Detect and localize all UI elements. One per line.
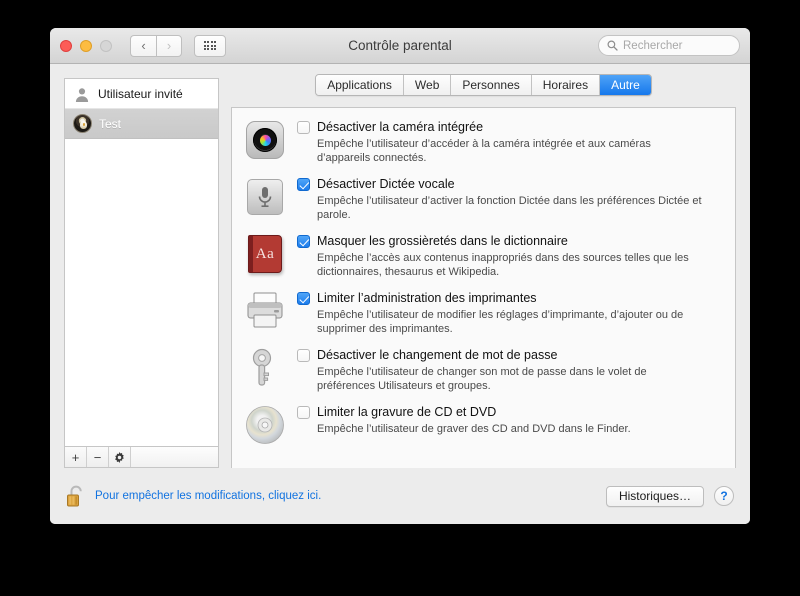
option-row-dictation: Désactiver Dictée vocale Empêche l’utili… <box>244 176 723 222</box>
tab-web[interactable]: Web <box>403 75 452 95</box>
settings-gear-button[interactable] <box>109 447 131 467</box>
list-item-label: Test <box>99 116 122 131</box>
checkbox-disable-dictation[interactable] <box>297 178 310 191</box>
traffic-lights <box>60 39 112 52</box>
user-list[interactable]: Utilisateur invité Test <box>64 78 219 446</box>
option-title: Désactiver le changement de mot de passe <box>317 348 558 362</box>
unlocked-padlock-icon <box>67 485 82 507</box>
window-titlebar: ‹ › Contrôle parental Rechercher <box>50 28 750 64</box>
dictionary-icon: Aa <box>244 233 286 275</box>
back-button[interactable]: ‹ <box>130 34 156 57</box>
option-description: Empêche l’utilisateur de modifier les ré… <box>317 309 684 335</box>
close-window-button[interactable] <box>60 39 72 52</box>
option-description: Empêche l’utilisateur de graver des CD a… <box>317 423 631 435</box>
list-item-test-user[interactable]: Test <box>65 109 218 139</box>
remove-user-button[interactable]: − <box>87 447 109 467</box>
search-placeholder: Rechercher <box>623 39 683 52</box>
grid-icon <box>203 41 217 50</box>
option-title: Masquer les grossièretés dans le diction… <box>317 234 568 248</box>
option-row-camera: Désactiver la caméra intégrée Empêche l’… <box>244 119 723 165</box>
option-description: Empêche l’accès aux contenus inapproprié… <box>317 252 689 278</box>
zoom-window-button <box>100 39 112 52</box>
tab-personnes[interactable]: Personnes <box>451 75 532 95</box>
option-description: Empêche l’utilisateur d’activer la fonct… <box>317 195 702 221</box>
gear-icon <box>115 451 124 463</box>
logs-button[interactable]: Historiques… <box>605 485 704 507</box>
add-user-button[interactable]: + <box>65 447 87 467</box>
option-row-dictionary: Aa Masquer les grossièretés dans le dict… <box>244 233 723 279</box>
option-title: Limiter la gravure de CD et DVD <box>317 405 497 419</box>
checkbox-limit-printer-admin[interactable] <box>297 292 310 305</box>
minimize-window-button[interactable] <box>80 39 92 52</box>
tab-autre[interactable]: Autre <box>600 75 651 95</box>
main-content: Applications Web Personnes Horaires Autr… <box>231 74 736 468</box>
tab-horaires[interactable]: Horaires <box>531 75 601 95</box>
option-description: Empêche l’utilisateur de changer son mot… <box>317 366 647 392</box>
option-row-cd-burning: Limiter la gravure de CD et DVD Empêche … <box>244 404 723 446</box>
parental-controls-window: ‹ › Contrôle parental Rechercher Utilisa… <box>50 28 750 524</box>
window-body: Utilisateur invité Test + − Applications… <box>50 64 750 468</box>
lock-label: Pour empêcher les modifications, cliquez… <box>95 490 322 502</box>
user-list-toolbar: + − <box>64 446 219 468</box>
options-panel: Désactiver la caméra intégrée Empêche l’… <box>231 107 736 468</box>
search-icon <box>607 40 618 51</box>
toolbar-filler <box>131 447 218 467</box>
show-all-preferences-button[interactable] <box>194 34 226 57</box>
microphone-icon <box>244 176 286 218</box>
option-title: Désactiver la caméra intégrée <box>317 120 484 134</box>
option-row-password: Désactiver le changement de mot de passe… <box>244 347 723 393</box>
lock-control[interactable]: Pour empêcher les modifications, cliquez… <box>66 484 321 508</box>
checkbox-hide-profanity[interactable] <box>297 235 310 248</box>
checkbox-disable-password-change[interactable] <box>297 349 310 362</box>
sidebar: Utilisateur invité Test + − <box>64 78 219 468</box>
search-container: Rechercher <box>598 35 740 56</box>
footer-actions: Historiques… ? <box>605 485 734 507</box>
option-description: Empêche l’utilisateur d’accéder à la cam… <box>317 138 651 164</box>
tab-bar: Applications Web Personnes Horaires Autr… <box>315 74 652 96</box>
key-icon <box>244 347 286 389</box>
checkbox-limit-cd-burning[interactable] <box>297 406 310 419</box>
window-footer: Pour empêcher les modifications, cliquez… <box>50 468 750 524</box>
cd-dvd-icon <box>244 404 286 446</box>
guest-person-icon <box>73 85 91 103</box>
option-title: Désactiver Dictée vocale <box>317 177 455 191</box>
search-input[interactable]: Rechercher <box>598 35 740 56</box>
list-item-guest-user[interactable]: Utilisateur invité <box>65 79 218 109</box>
help-button[interactable]: ? <box>714 486 734 506</box>
option-row-printer: Limiter l’administration des imprimantes… <box>244 290 723 336</box>
checkbox-disable-camera[interactable] <box>297 121 310 134</box>
avatar <box>73 114 92 133</box>
tab-applications[interactable]: Applications <box>316 75 404 95</box>
list-item-label: Utilisateur invité <box>98 86 183 101</box>
option-title: Limiter l’administration des imprimantes <box>317 291 537 305</box>
camera-icon <box>244 119 286 161</box>
printer-icon <box>244 290 286 332</box>
forward-button[interactable]: › <box>156 34 182 57</box>
navigation-buttons: ‹ › <box>130 34 182 57</box>
